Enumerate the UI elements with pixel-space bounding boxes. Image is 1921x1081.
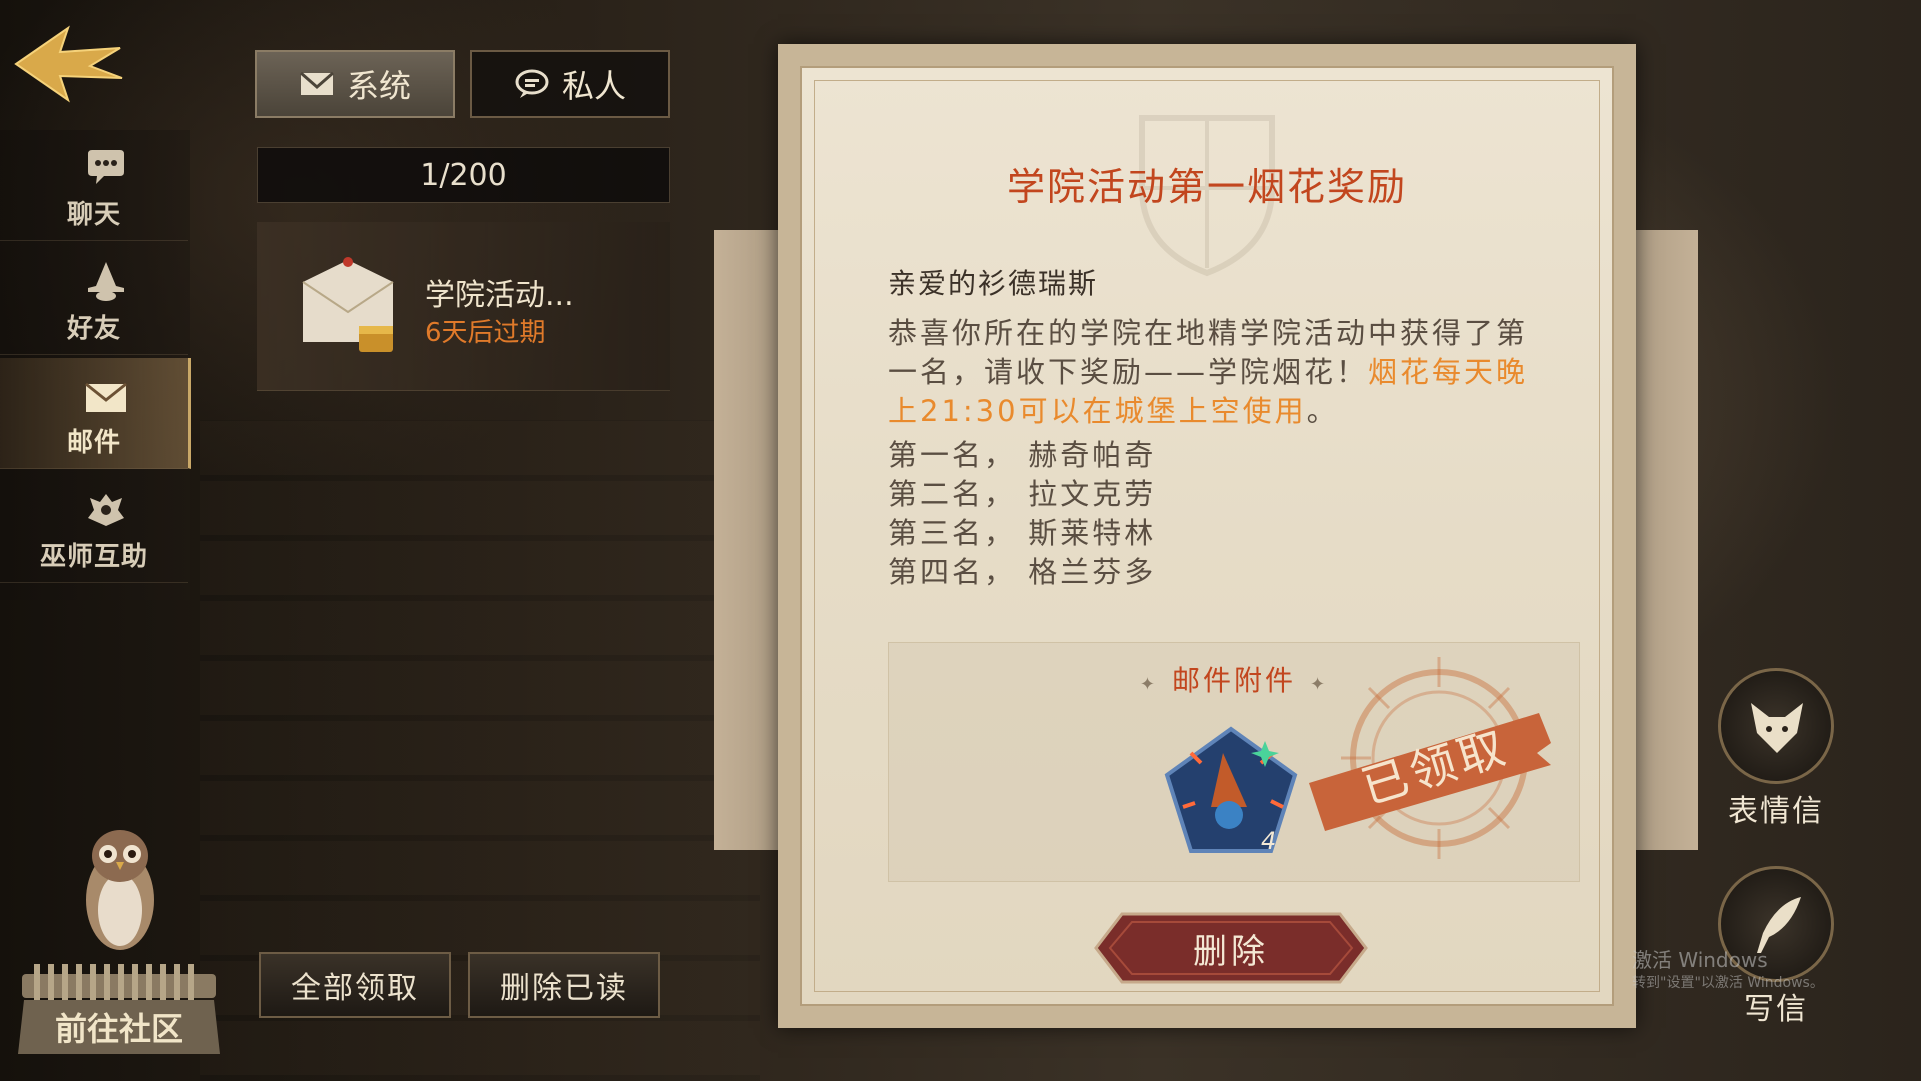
envelope-icon <box>302 257 394 352</box>
claimed-stamp: 已领取 <box>1289 653 1569 863</box>
emoji-letter-button[interactable] <box>1718 668 1834 784</box>
windows-watermark-subtitle: 转到"设置"以激活 Windows。 <box>1632 975 1824 991</box>
owl-mascot <box>86 830 154 950</box>
attachment-title: 邮件附件 <box>1171 664 1296 697</box>
attachment-quantity: 4 <box>1261 827 1277 855</box>
sidebar-item-friends[interactable]: 好友 <box>0 244 188 355</box>
mail-body-end: 。 <box>1306 394 1339 428</box>
tab-private[interactable]: 私人 <box>470 50 670 118</box>
mail-item-title: 学院活动... <box>425 278 574 313</box>
envelope-icon <box>299 71 334 95</box>
helping-hands-icon <box>88 494 124 526</box>
fox-face-icon <box>1751 703 1803 753</box>
mail-greeting: 亲爱的衫德瑞斯 <box>888 267 1099 300</box>
chat-bubble-icon <box>88 150 124 184</box>
mail-title: 学院活动第一烟花奖励 <box>1006 165 1407 209</box>
ranking-line: 第一名， 赫奇帕奇 <box>888 438 1157 472</box>
firework-wizard-icon <box>1164 726 1298 853</box>
sidebar-item-mail[interactable]: 邮件 <box>0 358 191 469</box>
sidebar: 聊天 好友 邮件 巫师互助 <box>0 130 191 600</box>
tab-private-label: 私人 <box>561 67 626 105</box>
delete-mail-button[interactable]: 删除 <box>1092 910 1370 986</box>
windows-watermark-title: 激活 Windows <box>1632 948 1768 972</box>
delete-read-button[interactable]: 删除已读 <box>468 952 660 1018</box>
tab-system-label: 系统 <box>346 67 411 105</box>
mail-body: 恭喜你所在的学院在地精学院活动中获得了第一名，请收下奖励——学院烟花！烟花每天晚… <box>888 314 1538 431</box>
sidebar-item-label: 巫师互助 <box>39 542 148 572</box>
envelope-icon <box>85 382 127 412</box>
attachment-item[interactable]: 4 <box>1161 723 1301 863</box>
community-label: 前往社区 <box>54 1010 183 1048</box>
sidebar-item-label: 好友 <box>66 314 121 344</box>
letter-paper: 学院活动第一烟花奖励 亲爱的衫德瑞斯 恭喜你所在的学院在地精学院活动中获得了第一… <box>800 66 1614 1006</box>
attachment-box: ✦ 邮件附件 ✦ 4 已领取 <box>888 642 1580 882</box>
emoji-letter-label: 表情信 <box>1728 794 1824 829</box>
mail-item-expiry: 6天后过期 <box>425 318 546 348</box>
go-community-button[interactable]: 前往社区 <box>14 960 224 1056</box>
delete-button-label: 删除 <box>1193 931 1269 972</box>
diamond-left-icon: ✦ <box>1139 674 1158 695</box>
wizard-hat-icon <box>88 262 124 301</box>
ranking-line: 第四名， 格兰芬多 <box>888 555 1157 589</box>
mail-letter: 学院活动第一烟花奖励 亲爱的衫德瑞斯 恭喜你所在的学院在地精学院活动中获得了第一… <box>778 44 1636 1028</box>
sidebar-item-label: 聊天 <box>66 200 121 230</box>
mail-counter: 1/200 <box>257 147 670 203</box>
claim-all-button[interactable]: 全部领取 <box>259 952 451 1018</box>
back-arrow-icon[interactable] <box>12 22 124 104</box>
tab-system[interactable]: 系统 <box>255 50 455 118</box>
sidebar-item-wizard-help[interactable]: 巫师互助 <box>0 472 188 583</box>
speech-bubble-icon <box>515 69 549 98</box>
ranking-line: 第三名， 斯莱特林 <box>888 516 1157 550</box>
sidebar-item-chat[interactable]: 聊天 <box>0 130 188 241</box>
sidebar-item-label: 邮件 <box>66 428 121 458</box>
mail-list-item[interactable]: 学院活动... 6天后过期 <box>257 222 670 391</box>
ranking-line: 第二名， 拉文克劳 <box>888 477 1157 511</box>
